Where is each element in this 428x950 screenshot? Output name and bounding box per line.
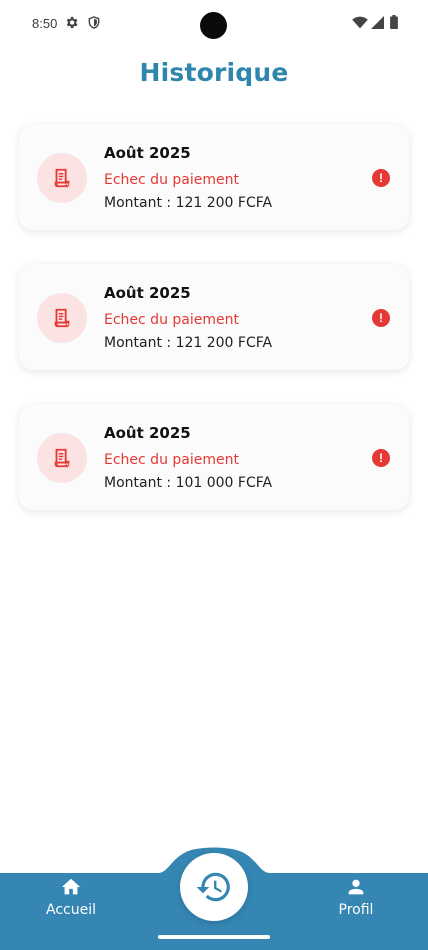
person-icon: [348, 879, 364, 895]
receipt-icon-wrap: [37, 433, 87, 483]
history-card[interactable]: Août 2025 Echec du paiement Montant : 12…: [19, 124, 409, 230]
card-status: Echec du paiement: [104, 312, 239, 328]
page-title: Historique: [139, 58, 289, 87]
card-status: Echec du paiement: [104, 452, 239, 468]
receipt-icon: [54, 448, 70, 468]
nav-home[interactable]: Accueil: [31, 876, 111, 918]
nav-home-label: Accueil: [46, 902, 96, 918]
wifi-icon: [352, 16, 368, 29]
card-month: Août 2025: [104, 284, 191, 302]
history-card[interactable]: Août 2025 Echec du paiement Montant : 12…: [19, 264, 409, 370]
history-list: Août 2025 Echec du paiement Montant : 12…: [19, 124, 409, 544]
alert-icon: !: [372, 169, 390, 187]
receipt-icon: [54, 308, 70, 328]
card-amount: Montant : 101 000 FCFA: [104, 475, 273, 491]
card-amount: Montant : 121 200 FCFA: [104, 335, 273, 351]
gesture-bar[interactable]: [158, 935, 270, 939]
shield-icon: [88, 16, 100, 29]
card-amount: Montant : 121 200 FCFA: [104, 195, 273, 211]
home-icon: [61, 878, 81, 895]
receipt-icon-wrap: [37, 153, 87, 203]
battery-icon: [390, 15, 398, 29]
status-time: 8:50: [32, 16, 58, 31]
camera-cutout: [200, 12, 227, 39]
receipt-icon-wrap: [37, 293, 87, 343]
card-status: Echec du paiement: [104, 172, 239, 188]
card-month: Août 2025: [104, 144, 191, 162]
nav-profile[interactable]: Profil: [316, 876, 396, 918]
receipt-icon: [54, 168, 70, 188]
nav-profile-label: Profil: [338, 902, 374, 918]
card-month: Août 2025: [104, 424, 191, 442]
alert-icon: !: [372, 449, 390, 467]
history-card[interactable]: Août 2025 Echec du paiement Montant : 10…: [19, 404, 409, 510]
alert-icon: !: [372, 309, 390, 327]
signal-icon: [371, 16, 384, 29]
status-bar: 8:50: [0, 0, 428, 46]
history-button[interactable]: [180, 853, 248, 921]
history-icon: [196, 872, 230, 902]
gear-icon: [66, 16, 78, 29]
